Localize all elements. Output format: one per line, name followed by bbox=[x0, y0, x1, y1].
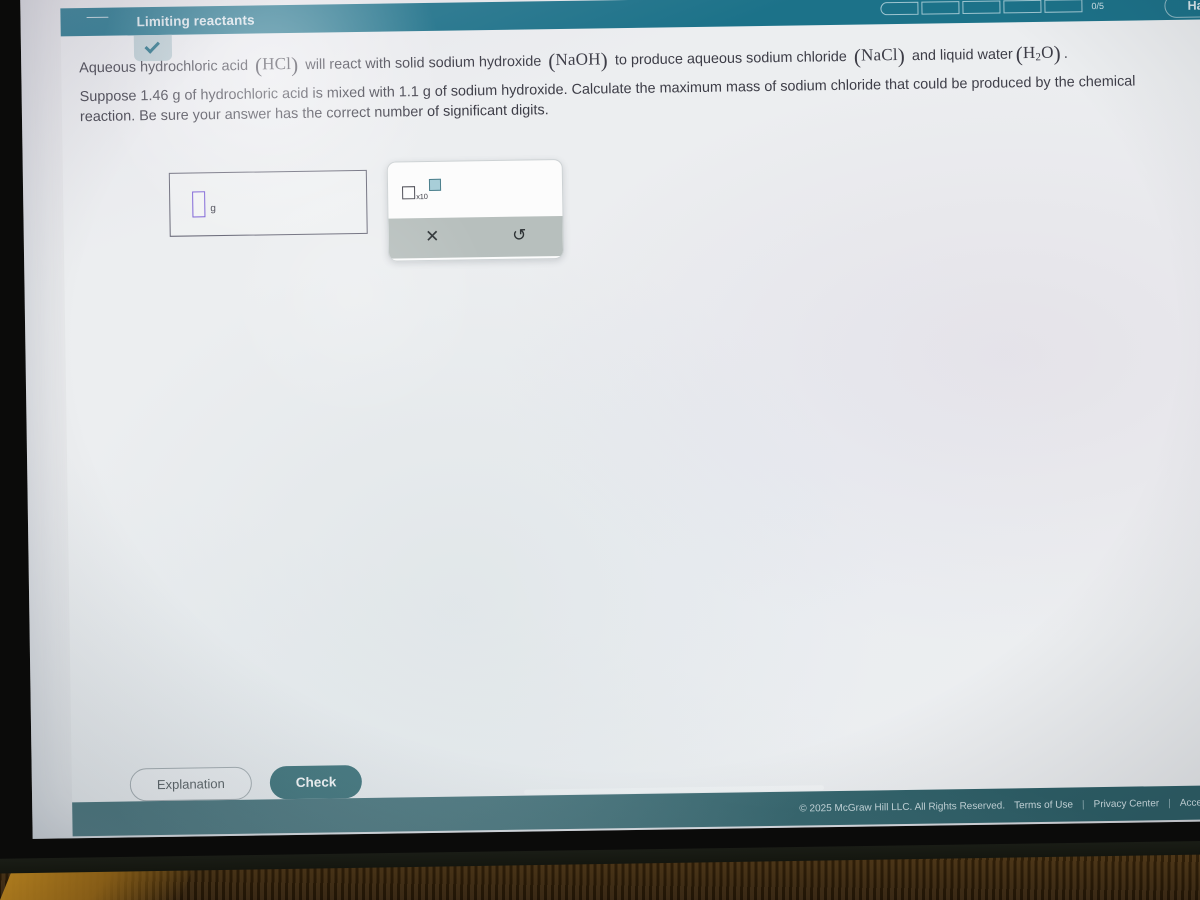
copyright-text: © 2025 McGraw Hill LLC. All Rights Reser… bbox=[799, 799, 1006, 815]
answer-unit-label: g bbox=[210, 202, 216, 214]
progress-segment bbox=[1044, 0, 1083, 13]
footer-separator: | bbox=[1081, 798, 1085, 810]
math-toolbar-panel: x10 ✕ ↺ bbox=[386, 158, 565, 262]
photo-scene: Limiting reactants 0/5 Hannah Aqueous hy… bbox=[0, 0, 1200, 900]
problem-content: Aqueous hydrochloric acid (HCl) will rea… bbox=[61, 19, 1200, 276]
scientific-notation-button[interactable]: x10 bbox=[402, 178, 441, 202]
progress-segment bbox=[921, 1, 960, 15]
math-toolbar-actions: ✕ ↺ bbox=[388, 215, 564, 259]
check-button[interactable]: Check bbox=[269, 765, 363, 800]
footer-separator: | bbox=[1168, 797, 1171, 809]
math-toolbar-top-row: x10 bbox=[388, 160, 563, 219]
text-fragment: and liquid water bbox=[911, 46, 1013, 65]
user-account-button[interactable]: Hannah bbox=[1164, 0, 1200, 19]
chemical-formula-naoh: (NaOH) bbox=[548, 48, 609, 74]
privacy-center-link[interactable]: Privacy Center bbox=[1094, 798, 1160, 810]
chemical-formula-hcl: (HCl) bbox=[254, 52, 299, 78]
progress-tracker: 0/5 bbox=[880, 0, 1105, 16]
text-fragment: to produce aqueous sodium chloride bbox=[614, 49, 847, 69]
accessibility-link[interactable]: Accessibility bbox=[1180, 797, 1200, 809]
laptop-screen: Limiting reactants 0/5 Hannah Aqueous hy… bbox=[19, 0, 1200, 839]
answer-area: g x10 ✕ ↺ bbox=[131, 149, 1200, 275]
answer-input[interactable]: g bbox=[168, 169, 368, 237]
progress-segment bbox=[880, 1, 919, 16]
hamburger-menu-icon[interactable] bbox=[86, 15, 109, 29]
explanation-button[interactable]: Explanation bbox=[129, 766, 253, 802]
text-fragment: will react with solid sodium hydroxide bbox=[305, 53, 542, 74]
mantissa-box-icon bbox=[402, 185, 416, 200]
math-placeholder-slot[interactable] bbox=[192, 191, 206, 218]
text-fragment: Aqueous hydrochloric acid bbox=[79, 57, 249, 77]
undo-icon[interactable]: ↺ bbox=[476, 226, 563, 246]
terms-of-use-link[interactable]: Terms of Use bbox=[1014, 799, 1073, 811]
aleks-application: Limiting reactants 0/5 Hannah Aqueous hy… bbox=[60, 0, 1200, 837]
chemical-formula-h2o: (H2O) bbox=[1015, 41, 1061, 67]
exponent-box-icon bbox=[428, 178, 441, 191]
progress-count: 0/5 bbox=[1091, 0, 1105, 11]
page-title: Limiting reactants bbox=[136, 12, 255, 29]
progress-segment bbox=[962, 0, 1001, 15]
progress-segment bbox=[1003, 0, 1042, 14]
sentence-period: . bbox=[1063, 45, 1068, 62]
chemical-formula-nacl: (NaCl) bbox=[853, 43, 906, 69]
multiplier-label: x10 bbox=[416, 191, 428, 201]
clear-icon[interactable]: ✕ bbox=[389, 227, 476, 247]
